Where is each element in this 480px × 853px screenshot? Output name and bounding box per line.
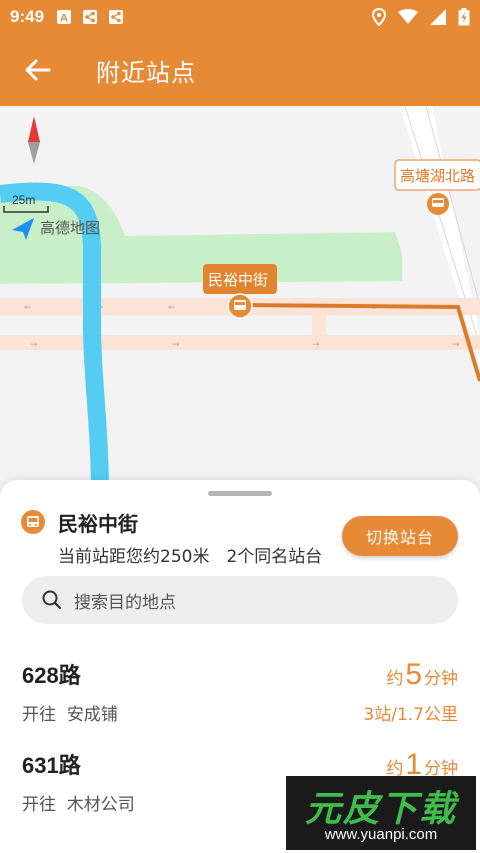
search-icon — [42, 590, 62, 610]
road-diagonal — [400, 106, 480, 366]
app-bar: 附近站点 — [0, 34, 480, 106]
svg-text:→: → — [30, 340, 38, 350]
marker-secondary: 高塘湖北路 — [394, 159, 480, 215]
route-eta: 约 5 分钟 — [386, 658, 458, 692]
svg-text:→: → — [452, 340, 460, 350]
map-canvas: ← ← ← ← → → → → 25m 高德地图 高塘湖北路 民裕中街 — [0, 106, 480, 496]
arrow-left-icon — [25, 59, 51, 81]
status-bar: 9:49 A — [0, 0, 480, 34]
route-dest-prefix: 开往 — [22, 705, 56, 725]
map-scale-label: 25m — [12, 193, 35, 207]
status-time: 9:49 — [10, 7, 45, 26]
marker-main-label: 民裕中街 — [208, 271, 268, 289]
sheet-drag-handle[interactable] — [208, 491, 272, 496]
route-destination: 开往 安成铺 — [22, 700, 118, 725]
svg-text:A: A — [60, 13, 68, 25]
signal-icon — [430, 9, 446, 25]
svg-text:←: ← — [168, 303, 176, 313]
route-name: 631路 — [22, 753, 81, 778]
station-info: 当前站距您约250米 2个同名站台 — [58, 547, 323, 567]
eta-prefix: 约 — [386, 669, 404, 689]
watermark-url: www.yuanpi.com — [324, 826, 438, 843]
watermark-logo: 元皮下载 — [304, 789, 457, 830]
route-item[interactable]: 628路 开往 安成铺 约 5 分钟 3站/1.7公里 — [0, 658, 480, 748]
svg-text:→: → — [312, 340, 320, 350]
switch-stop-button[interactable]: 切换站台 — [342, 516, 458, 556]
search-input[interactable]: 搜索目的地点 — [22, 576, 458, 624]
route-destination: 开往 木材公司 — [22, 790, 135, 815]
marker-secondary-label: 高塘湖北路 — [400, 167, 475, 185]
location-icon — [372, 8, 386, 26]
route-dest-name: 木材公司 — [66, 795, 135, 815]
share-icon — [109, 10, 124, 24]
eta-unit: 分钟 — [424, 669, 458, 689]
station-name: 民裕中街 — [58, 512, 138, 536]
back-button[interactable] — [10, 42, 66, 98]
notification-a-icon: A — [57, 10, 72, 25]
road-connector — [312, 312, 326, 338]
route-dest-name: 安成铺 — [66, 705, 118, 725]
share-icon — [83, 10, 98, 24]
route-name: 628路 — [22, 663, 81, 688]
route-dest-prefix: 开往 — [22, 795, 56, 815]
svg-text:→: → — [172, 340, 180, 350]
route-distance: 3站/1.7公里 — [363, 705, 458, 725]
eta-number: 5 — [405, 658, 422, 691]
search-placeholder: 搜索目的地点 — [74, 592, 176, 613]
compass-icon — [28, 116, 40, 164]
bus-stop-icon — [21, 510, 45, 534]
map-logo-text: 高德地图 — [40, 219, 100, 237]
svg-text:←: ← — [24, 303, 32, 313]
page-title: 附近站点 — [96, 58, 196, 87]
watermark: 元皮下载 www.yuanpi.com — [286, 776, 476, 850]
battery-icon — [458, 8, 470, 26]
road-lower — [0, 335, 480, 350]
wifi-icon — [398, 9, 418, 24]
map-view[interactable]: ← ← ← ← → → → → 25m 高德地图 高塘湖北路 民裕中街 — [0, 106, 480, 496]
